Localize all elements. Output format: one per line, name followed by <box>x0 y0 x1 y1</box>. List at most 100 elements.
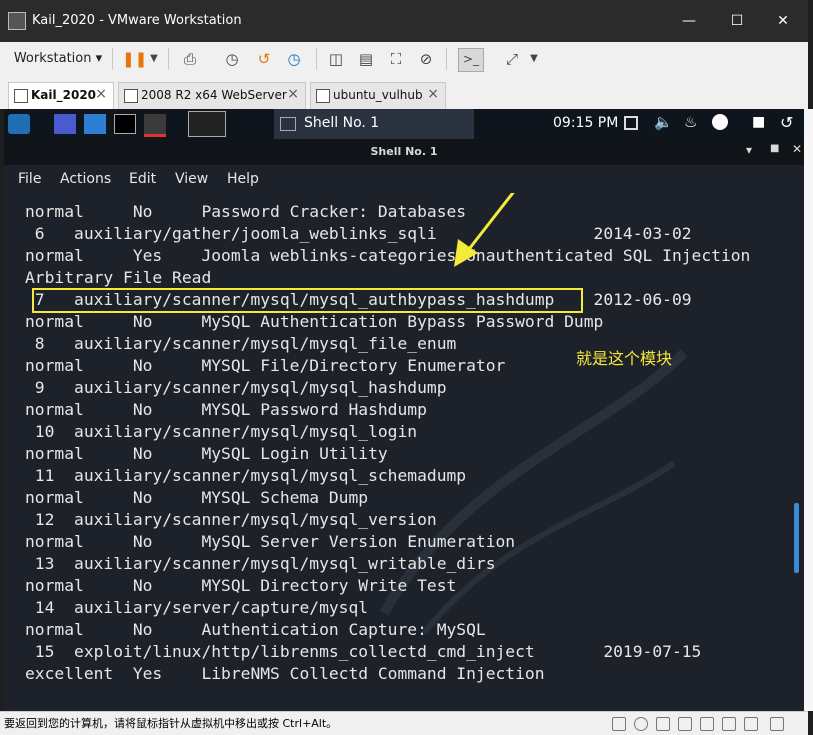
menu-edit[interactable]: Edit <box>129 171 156 187</box>
tab-label: Kail_2020 <box>31 88 97 102</box>
workstation-menu-button[interactable]: Workstation ▾ <box>10 48 106 70</box>
terminal-line: normal No MySQL Login Utility <box>25 444 388 463</box>
display-icon[interactable] <box>624 116 638 130</box>
vm-icon <box>316 89 330 103</box>
sidebar-toggle-icon[interactable]: ◫ <box>326 49 346 69</box>
pause-icon[interactable]: ❚❚ <box>122 49 147 69</box>
toolbar: Workstation ▾ ❚❚ ▼ ⎙ ◷ ↺ ◷ ◫ ▤ ⛶ ⊘ >_ ⤢ … <box>0 42 808 77</box>
maximize-button[interactable]: ☐ <box>724 8 750 34</box>
window-title-bar: Kail_2020 - VMware Workstation — ☐ ✕ <box>0 0 808 42</box>
terminal-scrollbar[interactable] <box>792 193 804 711</box>
snapshot-manager-icon[interactable]: ◷ <box>284 49 304 69</box>
close-tab-icon[interactable]: × <box>427 86 439 102</box>
vm-tab-bar: Kail_2020 × 2008 R2 x64 WebServer × ubun… <box>0 76 808 109</box>
hard-disk-icon[interactable] <box>612 717 626 731</box>
usb-controller-icon[interactable] <box>678 717 692 731</box>
terminal-icon[interactable] <box>114 114 136 134</box>
vm-icon <box>14 89 28 103</box>
screen-recorder-icon[interactable] <box>144 114 166 137</box>
sound-card-icon[interactable] <box>700 717 714 731</box>
status-message: 要返回到您的计算机，请将鼠标指针从虚拟机中移出或按 Ctrl+Alt。 <box>4 717 338 730</box>
minimize-button[interactable]: — <box>676 8 702 34</box>
toolbar-separator <box>446 48 447 70</box>
printer-icon[interactable] <box>722 717 736 731</box>
terminal-line: 9 auxiliary/scanner/mysql/mysql_hashdump <box>25 378 447 397</box>
menu-view[interactable]: View <box>175 171 208 187</box>
terminal-title: Shell No. 1 <box>370 145 438 158</box>
revert-snapshot-icon[interactable]: ↺ <box>254 49 274 69</box>
terminal-line: normal No MYSQL Directory Write Test <box>25 576 457 595</box>
workspace-icon[interactable] <box>54 114 76 134</box>
annotation-arrow <box>454 193 515 267</box>
close-tab-icon[interactable]: × <box>95 86 107 102</box>
unity-icon[interactable]: ⊘ <box>416 49 436 69</box>
workstation-label: Workstation <box>13 51 92 66</box>
maximize-terminal-icon[interactable]: ■ <box>770 143 779 154</box>
vmware-app-icon <box>8 12 26 30</box>
tab-2008-r2-webserver[interactable]: 2008 R2 x64 WebServer × <box>118 82 306 109</box>
terminal-line: normal No MySQL Server Version Enumerati… <box>25 532 516 551</box>
file-manager-icon[interactable] <box>84 114 106 134</box>
task-label: Shell No. 1 <box>304 115 380 131</box>
lock-icon[interactable]: ■ <box>752 114 765 130</box>
toolbar-separator <box>316 48 317 70</box>
chevron-down-icon[interactable]: ▼ <box>524 49 544 69</box>
terminal-line: normal No Password Cracker: Databases <box>25 202 467 221</box>
task-shell-no-1[interactable]: Shell No. 1 <box>274 109 474 139</box>
close-tab-icon[interactable]: × <box>287 86 299 102</box>
terminal-line: normal Yes Joomla weblinks-categories Un… <box>25 246 751 265</box>
terminal-line: normal No Authentication Capture: MySQL <box>25 620 486 639</box>
terminal-line: excellent Yes LibreNMS Collectd Command … <box>25 664 545 683</box>
status-bar: 要返回到您的计算机，请将鼠标指针从虚拟机中移出或按 Ctrl+Alt。 <box>0 711 808 735</box>
terminal-line: 8 auxiliary/scanner/mysql/mysql_file_enu… <box>25 334 457 353</box>
tab-label: ubuntu_vulhub <box>333 88 423 102</box>
close-terminal-icon[interactable]: ✕ <box>792 142 802 156</box>
send-ctrl-alt-del-icon[interactable]: ⎙ <box>180 49 200 69</box>
highlight-box <box>32 288 583 313</box>
network-adapter-icon[interactable] <box>656 717 670 731</box>
tab-ubuntu-vulhub[interactable]: ubuntu_vulhub × <box>310 82 446 109</box>
scrollbar-thumb[interactable] <box>794 503 799 573</box>
terminal-line: 11 auxiliary/scanner/mysql/mysql_schemad… <box>25 466 467 485</box>
menu-file[interactable]: File <box>18 171 41 187</box>
terminal-title-bar: Shell No. 1 ▾ ■ ✕ <box>4 139 804 165</box>
clock[interactable]: 09:15 PM <box>553 115 618 131</box>
terminal-line: 10 auxiliary/scanner/mysql/mysql_login <box>25 422 418 441</box>
close-button[interactable]: ✕ <box>770 8 796 34</box>
tab-kail-2020[interactable]: Kail_2020 × <box>8 82 114 109</box>
snapshot-icon[interactable]: ◷ <box>222 49 242 69</box>
terminal-menu-bar: File Actions Edit View Help <box>4 165 804 193</box>
toolbar-separator <box>112 48 113 70</box>
terminal-line: normal No MySQL Authentication Bypass Pa… <box>25 312 604 331</box>
host-background-strip <box>804 109 813 711</box>
notification-bell-icon[interactable]: ♨ <box>684 113 697 131</box>
thumbnail-bar-icon[interactable]: ▤ <box>356 49 376 69</box>
chevron-down-icon[interactable]: ▼ <box>144 49 164 69</box>
full-screen-icon[interactable]: ⛶ <box>386 49 406 69</box>
terminal-line: normal No MYSQL File/Directory Enumerato… <box>25 356 506 375</box>
cd-dvd-icon[interactable] <box>634 717 648 731</box>
terminal-output[interactable]: normal No Password Cracker: Databases 6 … <box>4 193 804 711</box>
display-device-icon[interactable] <box>744 717 758 731</box>
vm-icon <box>124 89 138 103</box>
terminal-line: 6 auxiliary/gather/joomla_weblinks_sqli … <box>25 224 692 243</box>
terminal-line: 13 auxiliary/scanner/mysql/mysql_writabl… <box>25 554 496 573</box>
kali-menu-icon[interactable] <box>8 114 30 134</box>
menu-actions[interactable]: Actions <box>60 171 111 187</box>
toolbar-separator <box>168 48 169 70</box>
minimize-terminal-icon[interactable]: ▾ <box>746 143 752 157</box>
terminal-line: normal No MYSQL Password Hashdump <box>25 400 427 419</box>
guest-top-panel: Shell No. 1 09:15 PM 🔈 ♨ ■ ↺ <box>4 109 804 139</box>
terminal-line: Arbitrary File Read <box>25 268 212 287</box>
terminal-task-icon <box>280 117 296 131</box>
message-log-icon[interactable] <box>770 717 784 731</box>
power-manager-icon[interactable] <box>712 114 728 130</box>
logout-icon[interactable]: ↺ <box>780 113 793 132</box>
active-window-thumbnail-icon[interactable] <box>188 111 226 137</box>
window-title: Kail_2020 - VMware Workstation <box>32 13 242 28</box>
console-view-icon[interactable]: >_ <box>458 48 484 72</box>
terminal-line: 14 auxiliary/server/capture/mysql <box>25 598 369 617</box>
stretch-view-icon[interactable]: ⤢ <box>502 49 522 69</box>
menu-help[interactable]: Help <box>227 171 259 187</box>
volume-icon[interactable]: 🔈 <box>654 113 673 131</box>
